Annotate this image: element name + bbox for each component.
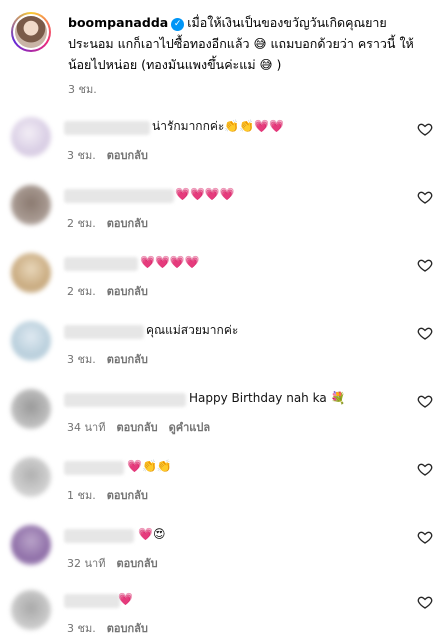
comment-meta: 2 ชม. ตอบกลับ [67, 214, 159, 232]
commenter-username-blurred[interactable] [64, 529, 134, 543]
comment-time: 3 ชม. [67, 622, 96, 635]
reply-button[interactable]: ตอบกลับ [107, 622, 148, 635]
reply-button[interactable]: ตอบกลับ [107, 149, 148, 162]
comment-item: Happy Birthday nah ka 💐 34 นาที ตอบกลับ ดู… [0, 385, 446, 453]
verified-badge-icon: ✓ [171, 18, 185, 31]
commenter-username-blurred[interactable] [64, 393, 186, 407]
comment-time: 2 ชม. [67, 217, 96, 230]
commenter-username-blurred[interactable] [64, 189, 174, 203]
like-heart-icon[interactable] [417, 257, 433, 273]
like-heart-icon[interactable] [417, 594, 433, 610]
comment-text: 💗💗💗💗 [175, 187, 235, 201]
comment-text: 💗💗💗💗 [140, 255, 200, 269]
comment-time: 2 ชม. [67, 285, 96, 298]
comment-item: คุณแม่สวยมากค่ะ 3 ชม. ตอบกลับ [0, 317, 446, 385]
comment-item: น่ารักมากกค่ะ👏👏💗💗 3 ชม. ตอบกลับ [0, 113, 446, 181]
reply-button[interactable]: ตอบกลับ [116, 421, 157, 434]
commenter-avatar[interactable] [11, 117, 51, 157]
comment-item: 💗😍 32 นาที ตอบกลับ [0, 521, 446, 589]
reply-button[interactable]: ตอบกลับ [107, 285, 148, 298]
commenter-username-blurred[interactable] [64, 325, 144, 339]
commenter-username-blurred[interactable] [64, 461, 124, 475]
comment-item: 💗 3 ชม. ตอบกลับ [0, 586, 446, 639]
post-timestamp: 3 ชม. [68, 83, 97, 96]
caption-body: boompanadda ✓ เมื่อให้เงินเป็นของขวัญวันเก… [68, 12, 428, 75]
author-username[interactable]: boompanadda [68, 15, 168, 30]
comment-time: 32 นาที [67, 557, 106, 570]
commenter-username-blurred[interactable] [64, 257, 138, 271]
comment-meta: 3 ชม. ตอบกลับ [67, 146, 159, 164]
commenter-avatar[interactable] [11, 253, 51, 293]
comment-meta: 3 ชม. ตอบกลับ [67, 619, 159, 637]
comment-item: 💗💗💗💗 2 ชม. ตอบกลับ [0, 181, 446, 249]
comment-text: คุณแม่สวยมากค่ะ [146, 323, 239, 337]
like-heart-icon[interactable] [417, 461, 433, 477]
commenter-username-blurred[interactable] [64, 121, 150, 135]
like-heart-icon[interactable] [417, 325, 433, 341]
comment-time: 3 ชม. [67, 149, 96, 162]
like-heart-icon[interactable] [417, 189, 433, 205]
comment-meta: 34 นาที ตอบกลับ ดูคำแปล [67, 418, 221, 436]
comment-text: 💗👏👏 [127, 459, 172, 473]
reply-button[interactable]: ตอบกลับ [107, 353, 148, 366]
commenter-avatar[interactable] [11, 321, 51, 361]
see-translation-button[interactable]: ดูคำแปล [169, 421, 211, 434]
commenter-avatar[interactable] [11, 457, 51, 497]
post-caption: boompanadda ✓ เมื่อให้เงินเป็นของขวัญวันเก… [0, 0, 446, 110]
commenter-avatar[interactable] [11, 590, 51, 630]
reply-button[interactable]: ตอบกลับ [107, 489, 148, 502]
like-heart-icon[interactable] [417, 393, 433, 409]
comment-item: 💗👏👏 1 ชม. ตอบกลับ [0, 453, 446, 521]
commenter-avatar[interactable] [11, 525, 51, 565]
reply-button[interactable]: ตอบกลับ [116, 557, 157, 570]
comment-time: 1 ชม. [67, 489, 96, 502]
comment-meta: 1 ชม. ตอบกลับ [67, 486, 159, 504]
comment-time: 34 นาที [67, 421, 106, 434]
comment-meta: 32 นาที ตอบกลับ [67, 554, 169, 572]
comment-text: น่ารักมากกค่ะ👏👏💗💗 [152, 119, 285, 133]
reply-button[interactable]: ตอบกลับ [107, 217, 148, 230]
comment-text: 💗😍 [138, 527, 166, 541]
author-avatar[interactable] [11, 12, 51, 52]
comment-meta: 2 ชม. ตอบกลับ [67, 282, 159, 300]
like-heart-icon[interactable] [417, 529, 433, 545]
commenter-avatar[interactable] [11, 389, 51, 429]
like-heart-icon[interactable] [417, 121, 433, 137]
comment-item: 💗💗💗💗 2 ชม. ตอบกลับ [0, 249, 446, 317]
comment-text: Happy Birthday nah ka 💐 [189, 391, 346, 405]
commenter-username-blurred[interactable] [64, 594, 120, 608]
comment-text: 💗 [118, 592, 133, 606]
comment-time: 3 ชม. [67, 353, 96, 366]
commenter-avatar[interactable] [11, 185, 51, 225]
comment-meta: 3 ชม. ตอบกลับ [67, 350, 159, 368]
